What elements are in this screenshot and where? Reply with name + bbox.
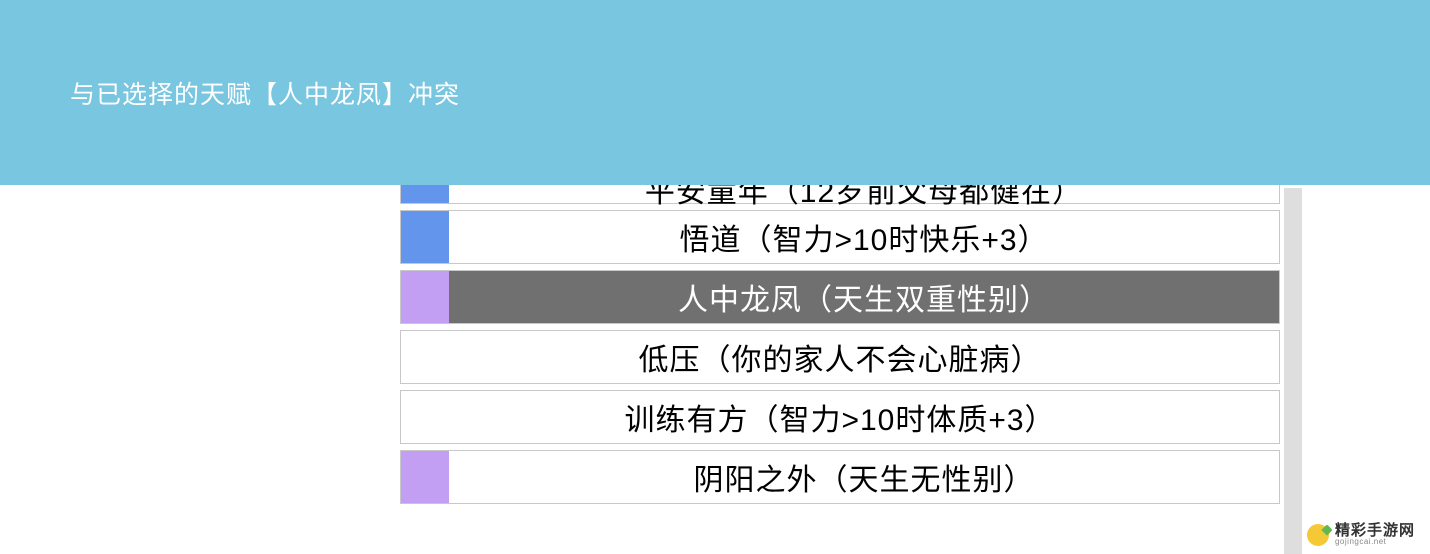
talent-label: 低压（你的家人不会心脏病） (401, 335, 1279, 379)
rarity-tag-blue (401, 211, 449, 263)
watermark-sub: gojingcai.net (1335, 538, 1415, 546)
watermark-main: 精彩手游网 (1335, 523, 1415, 538)
rarity-tag-purple (401, 271, 449, 323)
talent-label: 人中龙凤（天生双重性别） (449, 275, 1279, 319)
talent-row[interactable]: 训练有方（智力>10时体质+3） (400, 390, 1280, 444)
scrollbar-track[interactable] (1284, 188, 1302, 554)
watermark: 精彩手游网 gojingcai.net (1307, 523, 1415, 546)
talent-row-selected[interactable]: 人中龙凤（天生双重性别） (400, 270, 1280, 324)
watermark-icon (1307, 524, 1329, 546)
talent-row[interactable]: 阴阳之外（天生无性别） (400, 450, 1280, 504)
talent-label: 训练有方（智力>10时体质+3） (401, 395, 1279, 439)
banner-message: 与已选择的天赋【人中龙凤】冲突 (70, 75, 460, 111)
talent-list: 平安童年（12岁前父母都健在） 悟道（智力>10时快乐+3） 人中龙凤（天生双重… (400, 180, 1280, 510)
talent-row[interactable]: 悟道（智力>10时快乐+3） (400, 210, 1280, 264)
talent-row[interactable]: 低压（你的家人不会心脏病） (400, 330, 1280, 384)
talent-label: 阴阳之外（天生无性别） (449, 455, 1279, 499)
talent-label: 悟道（智力>10时快乐+3） (449, 215, 1279, 259)
rarity-tag-purple (401, 451, 449, 503)
watermark-text: 精彩手游网 gojingcai.net (1335, 523, 1415, 546)
conflict-banner: 与已选择的天赋【人中龙凤】冲突 (0, 0, 1430, 185)
